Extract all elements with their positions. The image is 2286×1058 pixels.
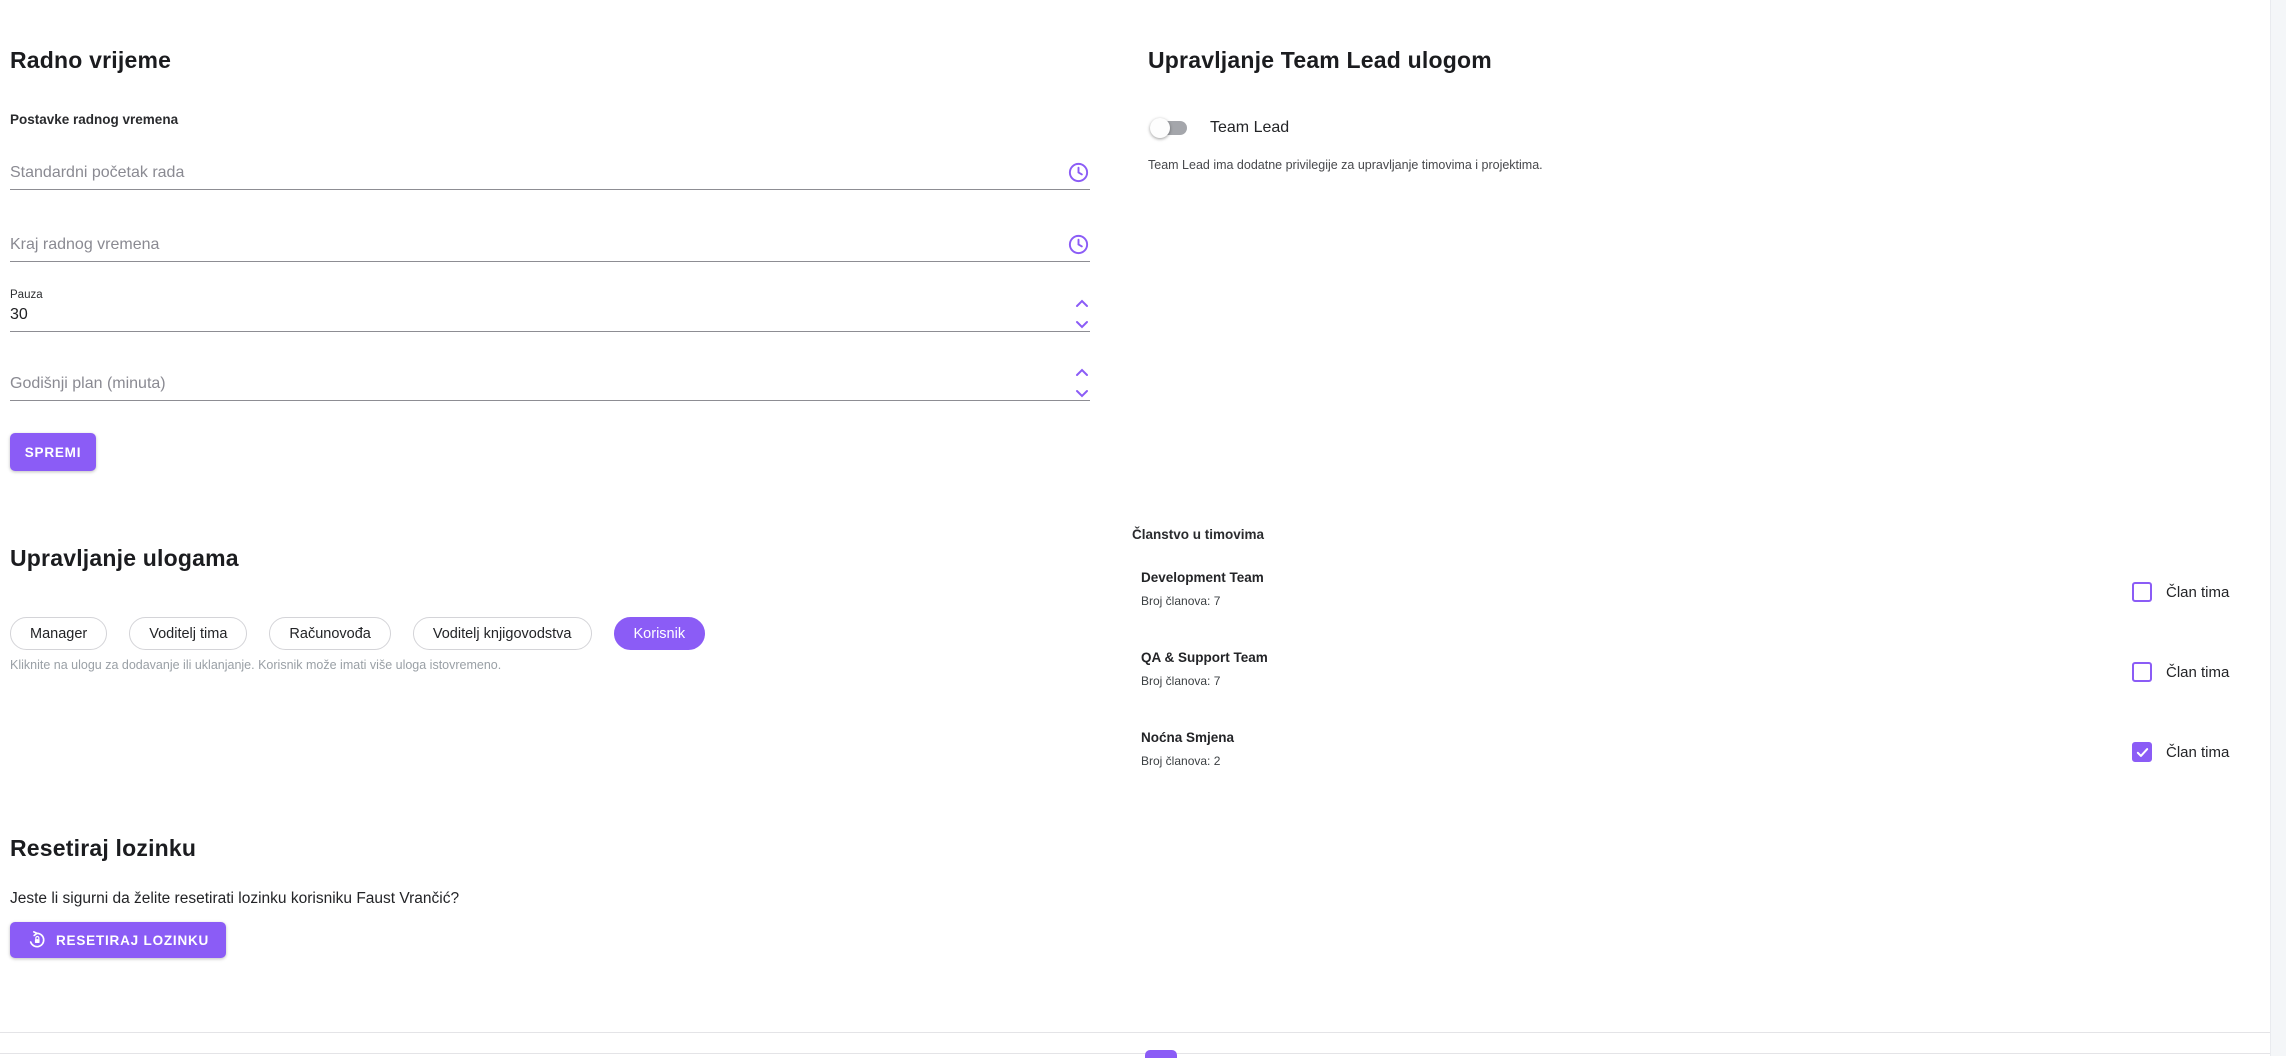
team-member-checkbox-label: Član tima [2166, 584, 2229, 601]
team-lead-description: Team Lead ima dodatne privilegije za upr… [1148, 158, 1543, 172]
pause-label: Pauza [10, 289, 43, 301]
team-name: QA & Support Team [1141, 650, 1268, 665]
team-row: Noćna Smjena Broj članova: 2 [1141, 730, 1234, 768]
annual-plan-field [10, 375, 1090, 401]
team-name: Development Team [1141, 570, 1264, 585]
team-member-checkbox-label: Član tima [2166, 744, 2229, 761]
role-chip-row: Manager Voditelj tima Računovođa Voditel… [10, 617, 705, 650]
start-time-input[interactable] [10, 164, 1050, 189]
clock-icon[interactable] [1067, 161, 1090, 184]
team-member-checkbox-row[interactable]: Član tima [2132, 662, 2229, 682]
team-member-checkbox-row[interactable]: Član tima [2132, 582, 2229, 602]
cutoff-footer-button[interactable] [1145, 1050, 1177, 1058]
lock-reset-icon [27, 930, 47, 950]
team-row: Development Team Broj članova: 7 [1141, 570, 1264, 608]
end-time-input[interactable] [10, 236, 1050, 261]
checkbox-icon[interactable] [2132, 582, 2152, 602]
roles-title: Upravljanje ulogama [10, 545, 239, 572]
end-time-field [10, 236, 1090, 262]
chevron-down-icon[interactable] [1075, 320, 1089, 329]
reset-password-confirm-text: Jeste li sigurni da želite resetirati lo… [10, 890, 459, 908]
role-chip-manager[interactable]: Manager [10, 617, 107, 650]
footer-bar-border [0, 1053, 2270, 1054]
team-lead-title: Upravljanje Team Lead ulogom [1148, 47, 1492, 74]
roles-help-text: Kliknite na ulogu za dodavanje ili uklan… [10, 658, 501, 672]
teams-title: Članstvo u timovima [1132, 527, 1264, 542]
role-chip-korisnik[interactable]: Korisnik [614, 617, 706, 650]
reset-password-button[interactable]: RESETIRAJ LOZINKU [10, 922, 226, 958]
team-lead-toggle-label: Team Lead [1210, 119, 1289, 137]
reset-password-button-label: RESETIRAJ LOZINKU [56, 933, 209, 948]
pause-stepper [1075, 299, 1090, 329]
footer-divider [0, 1032, 2270, 1033]
team-row: QA & Support Team Broj članova: 7 [1141, 650, 1268, 688]
pause-field [10, 306, 1090, 332]
annual-plan-input[interactable] [10, 375, 1050, 400]
checkbox-icon[interactable] [2132, 742, 2152, 762]
role-chip-voditelj-knjigovodstva[interactable]: Voditelj knjigovodstva [413, 617, 592, 650]
team-member-checkbox-label: Član tima [2166, 664, 2229, 681]
start-time-field [10, 164, 1090, 190]
team-member-count: Broj članova: 2 [1141, 754, 1234, 768]
clock-icon[interactable] [1067, 233, 1090, 256]
role-chip-voditelj-tima[interactable]: Voditelj tima [129, 617, 247, 650]
chevron-down-icon[interactable] [1075, 389, 1089, 398]
role-chip-racunovodja[interactable]: Računovođa [269, 617, 390, 650]
team-name: Noćna Smjena [1141, 730, 1234, 745]
team-member-checkbox-row[interactable]: Član tima [2132, 742, 2229, 762]
save-button[interactable]: SPREMI [10, 433, 96, 471]
annual-plan-stepper [1075, 368, 1090, 398]
work-time-title: Radno vrijeme [10, 47, 171, 74]
chevron-up-icon[interactable] [1075, 299, 1089, 308]
chevron-up-icon[interactable] [1075, 368, 1089, 377]
reset-password-title: Resetiraj lozinku [10, 835, 196, 862]
work-time-subtitle: Postavke radnog vremena [10, 112, 178, 127]
team-lead-toggle[interactable] [1152, 118, 1188, 138]
team-lead-toggle-row: Team Lead [1152, 118, 1289, 138]
team-member-count: Broj članova: 7 [1141, 594, 1264, 608]
team-member-count: Broj članova: 7 [1141, 674, 1268, 688]
checkbox-icon[interactable] [2132, 662, 2152, 682]
pause-input[interactable] [10, 306, 1050, 331]
scrollbar-track[interactable] [2270, 0, 2286, 1056]
